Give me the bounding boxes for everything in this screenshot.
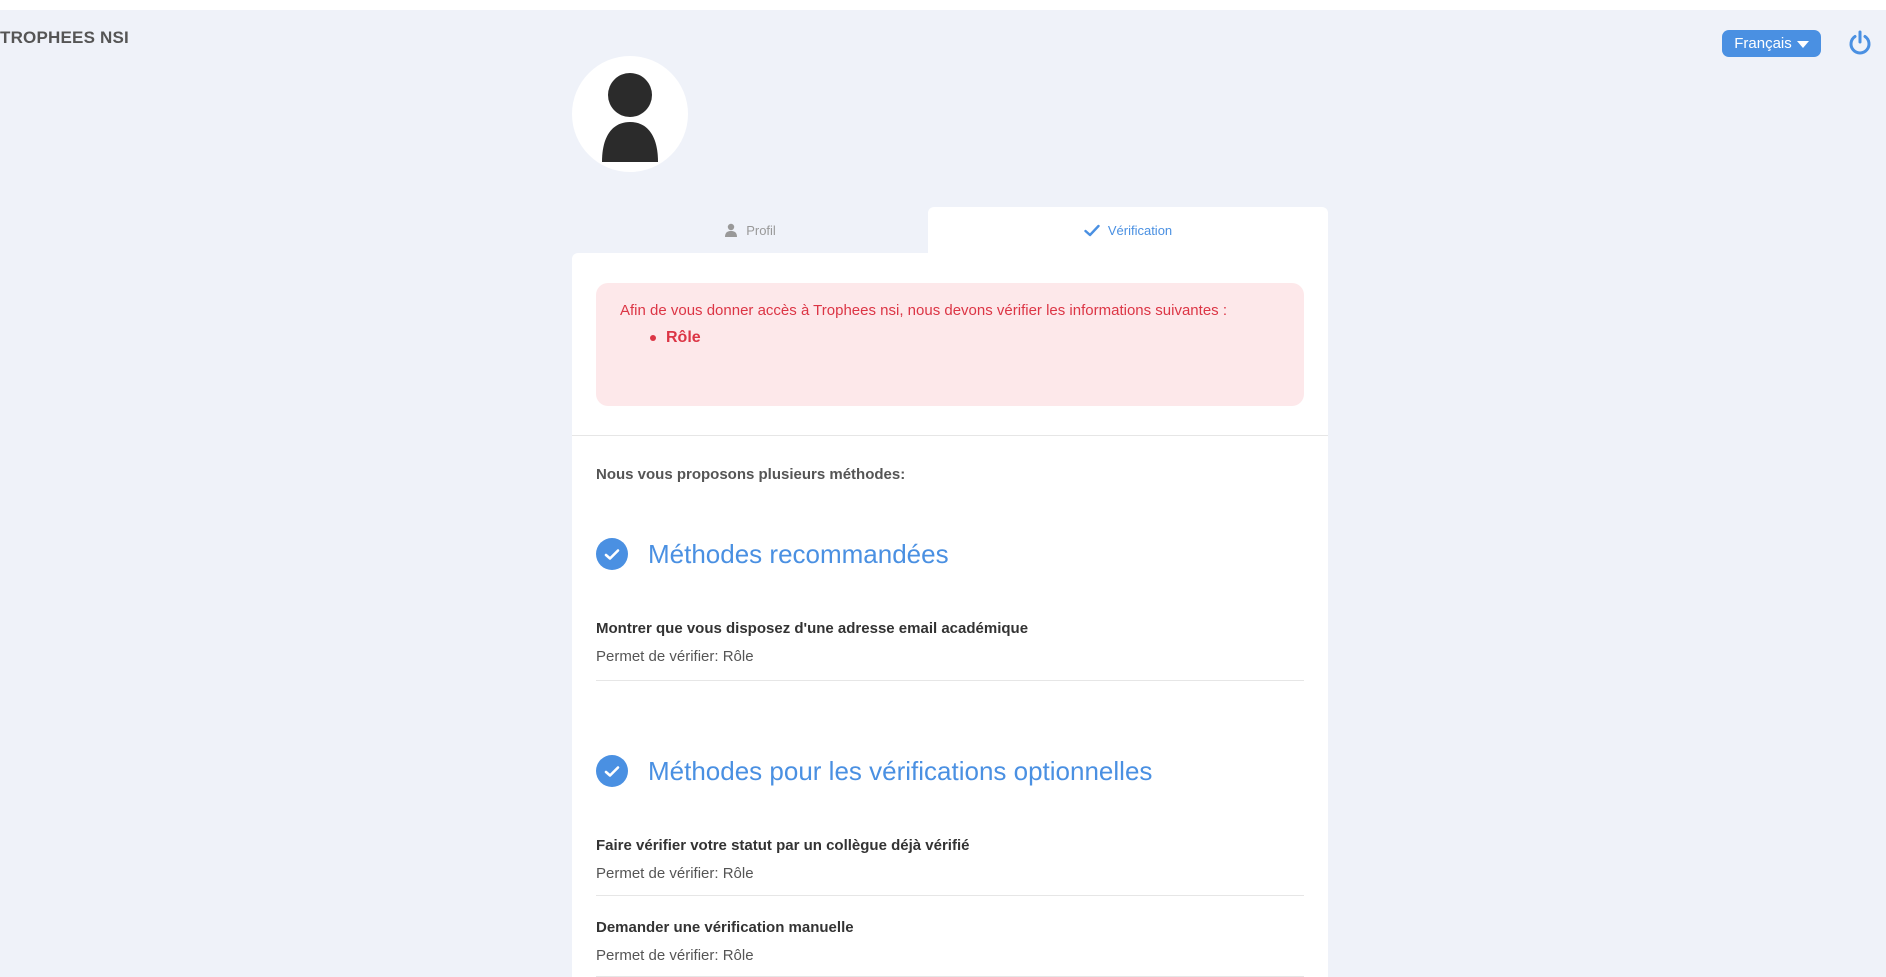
divider xyxy=(572,435,1328,436)
check-icon xyxy=(1084,224,1100,236)
method-subtitle: Permet de vérifier: Rôle xyxy=(596,865,754,882)
tab-profil[interactable]: Profil xyxy=(572,207,928,253)
check-icon xyxy=(604,765,620,777)
user-icon xyxy=(725,223,738,237)
divider xyxy=(596,895,1304,896)
verification-card: Afin de vous donner accès à Trophees nsi… xyxy=(572,253,1328,977)
verification-alert: Afin de vous donner accès à Trophees nsi… xyxy=(596,283,1304,406)
section-title: Méthodes pour les vérifications optionne… xyxy=(648,755,1153,786)
methods-intro: Nous vous proposons plusieurs méthodes: xyxy=(596,466,906,483)
check-circle-icon xyxy=(596,538,628,570)
method-subtitle: Permet de vérifier: Rôle xyxy=(596,947,754,964)
alert-message: Afin de vous donner accès à Trophees nsi… xyxy=(620,302,1227,319)
section-title: Méthodes recommandées xyxy=(648,538,949,569)
avatar xyxy=(572,56,688,172)
app-title[interactable]: TROPHEES NSI xyxy=(0,28,129,48)
alert-item: Rôle xyxy=(650,324,1280,351)
method-title[interactable]: Demander une vérification manuelle xyxy=(596,918,1304,938)
logout-button[interactable] xyxy=(1848,30,1872,56)
user-silhouette-icon xyxy=(602,73,658,162)
section-optional-header: Méthodes pour les vérifications optionne… xyxy=(596,755,1152,787)
tab-bar: Profil Vérification xyxy=(572,207,1328,253)
method-title[interactable]: Montrer que vous disposez d'une adresse … xyxy=(596,619,1304,639)
power-icon xyxy=(1849,30,1871,55)
method-colleague-verification[interactable]: Faire vérifier votre statut par un collè… xyxy=(596,836,1304,884)
method-manual-verification[interactable]: Demander une vérification manuelle Perme… xyxy=(596,918,1304,966)
method-title[interactable]: Faire vérifier votre statut par un collè… xyxy=(596,836,1304,856)
caret-down-icon xyxy=(1796,41,1809,48)
section-recommended-header: Méthodes recommandées xyxy=(596,538,949,570)
tab-verification-label: Vérification xyxy=(1107,222,1173,238)
method-academic-email[interactable]: Montrer que vous disposez d'une adresse … xyxy=(596,619,1304,667)
check-circle-icon xyxy=(596,755,628,787)
method-subtitle: Permet de vérifier: Rôle xyxy=(596,648,754,665)
alert-list: Rôle xyxy=(620,324,1280,351)
language-label: Français xyxy=(1734,35,1792,52)
tab-profil-label: Profil xyxy=(746,222,776,238)
divider xyxy=(596,680,1304,681)
language-dropdown-button[interactable]: Français xyxy=(1722,30,1821,57)
tab-verification[interactable]: Vérification xyxy=(928,207,1328,253)
check-icon xyxy=(604,548,620,560)
